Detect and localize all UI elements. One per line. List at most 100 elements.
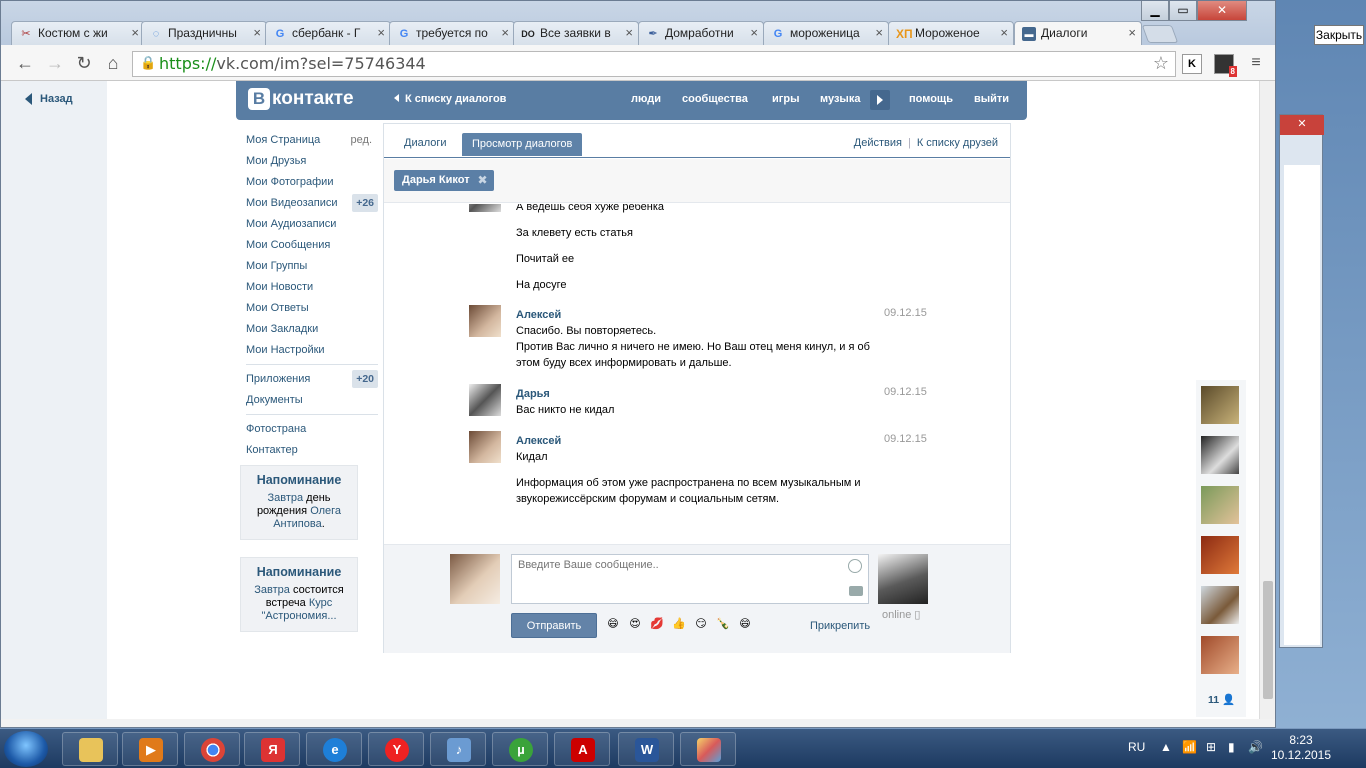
back-arrow-icon[interactable]: ← [13, 51, 37, 75]
peer-avatar[interactable] [878, 554, 928, 604]
emoji-heart-eyes-icon[interactable]: 😍 [627, 616, 643, 632]
tab-close-icon[interactable]: × [131, 25, 139, 40]
message-input[interactable] [511, 554, 869, 604]
emoji-thumbs-up-icon[interactable]: 👍 [671, 616, 687, 632]
menu-news[interactable]: Мои Новости [246, 277, 378, 298]
tray-expand-icon[interactable]: ▲ [1160, 740, 1172, 754]
attach-link[interactable]: Прикрепить [810, 620, 870, 632]
network-icon[interactable]: 📶 [1182, 740, 1197, 754]
peer-chip[interactable]: Дарья Кикот ✖ [394, 170, 494, 191]
emoji-kiss-icon[interactable]: 💋 [649, 616, 665, 632]
menu-fotostrana[interactable]: Фотострана [246, 419, 378, 440]
avatar[interactable] [469, 305, 501, 337]
clock[interactable]: 8:23 10.12.2015 [1270, 733, 1332, 763]
tab-close-icon[interactable]: × [625, 25, 633, 40]
taskbar-paint[interactable] [680, 732, 736, 766]
nav-people[interactable]: люди [631, 93, 661, 105]
friend-avatar[interactable] [1201, 436, 1239, 474]
restore-button[interactable]: ▭ [1169, 1, 1197, 21]
tab-close-icon[interactable]: × [377, 25, 385, 40]
camera-icon[interactable] [849, 586, 863, 596]
nav-logout[interactable]: выйти [974, 93, 1009, 105]
avatar[interactable] [469, 384, 501, 416]
language-indicator[interactable]: RU [1128, 740, 1145, 754]
avatar[interactable] [469, 431, 501, 463]
browser-tab[interactable]: ХП Мороженое × [888, 21, 1014, 45]
reminder-link[interactable]: Завтра [254, 584, 290, 596]
my-avatar[interactable] [450, 554, 500, 604]
friends-count[interactable]: 11 👤 [1208, 693, 1235, 706]
tab-view-dialogs[interactable]: Просмотр диалогов [462, 133, 583, 156]
taskbar-chrome[interactable] [184, 732, 240, 766]
menu-bookmarks[interactable]: Мои Закладки [246, 319, 378, 340]
taskbar-yandex[interactable]: Y [368, 732, 424, 766]
browser-tab[interactable]: Gтребуется по × [389, 21, 515, 45]
left-back-bar[interactable]: Назад [1, 81, 107, 719]
address-bar[interactable]: 🔒 https://vk.com/im?sel=75746344 ☆ [132, 51, 1176, 77]
tab-close-icon[interactable]: × [875, 25, 883, 40]
browser-tab[interactable]: Gмороженица × [763, 21, 889, 45]
tab-close-icon[interactable]: × [750, 25, 758, 40]
tab-close-icon[interactable]: × [253, 25, 261, 40]
menu-photos[interactable]: Мои Фотографии [246, 172, 378, 193]
friend-avatar[interactable] [1201, 586, 1239, 624]
nav-music[interactable]: музыка [820, 93, 860, 105]
browser-tab[interactable]: ◌ Праздничны × [141, 21, 267, 45]
avatar[interactable] [469, 204, 501, 212]
vk-logo[interactable]: Вконтакте [248, 88, 354, 110]
taskbar-yandex-browser[interactable]: Я [244, 732, 300, 766]
new-tab-button[interactable] [1141, 25, 1179, 43]
message-author[interactable]: Дарья [516, 386, 876, 402]
emoji-grin-icon[interactable]: 😄 [605, 616, 621, 632]
menu-my-page[interactable]: Моя Страница ред. [246, 130, 378, 151]
browser-tab[interactable]: Gсбербанк - Г × [265, 21, 391, 45]
menu-messages[interactable]: Мои Сообщения [246, 235, 378, 256]
scrollbar-thumb[interactable] [1263, 581, 1273, 699]
taskbar-word[interactable]: W [618, 732, 674, 766]
menu-settings[interactable]: Мои Настройки [246, 340, 378, 361]
smiley-icon[interactable] [848, 559, 862, 573]
nav-help[interactable]: помощь [909, 93, 953, 105]
friend-avatar[interactable] [1201, 486, 1239, 524]
menu-videos[interactable]: Мои Видеозаписи +26 [246, 193, 378, 214]
browser-tab[interactable]: ✒ Домработни × [638, 21, 764, 45]
tab-close-icon[interactable]: × [1128, 25, 1136, 40]
menu-groups[interactable]: Мои Группы [246, 256, 378, 277]
emoji-smirk-icon[interactable]: 😏 [693, 616, 709, 632]
back-to-dialogs-link[interactable]: К списку диалогов [394, 93, 506, 105]
extension-badge-icon[interactable]: 8 [1214, 54, 1237, 77]
chrome-menu-icon[interactable]: ≡ [1244, 51, 1268, 75]
volume-icon[interactable]: 🔊 [1248, 740, 1263, 754]
menu-answers[interactable]: Мои Ответы [246, 298, 378, 319]
battery-icon[interactable]: ▮ [1228, 740, 1235, 754]
tab-dialogs[interactable]: Диалоги [404, 137, 447, 149]
start-button[interactable] [4, 731, 48, 767]
reminder-link[interactable]: Завтра [267, 492, 303, 504]
back-link[interactable]: Назад [25, 93, 73, 106]
background-window-close-button[interactable]: ✕ [1280, 115, 1324, 135]
background-window[interactable]: ✕ [1279, 114, 1324, 648]
forward-arrow-icon[interactable]: → [43, 51, 67, 75]
emoji-grin-icon[interactable]: 😄 [737, 616, 753, 632]
page-scrollbar[interactable] [1259, 81, 1275, 719]
music-play-icon[interactable] [870, 90, 890, 110]
send-button[interactable]: Отправить [511, 613, 597, 638]
tab-close-icon[interactable]: × [501, 25, 509, 40]
reload-icon[interactable]: ↻ [72, 51, 96, 75]
nav-games[interactable]: игры [772, 93, 799, 105]
friends-list-link[interactable]: К списку друзей [917, 137, 998, 149]
menu-apps[interactable]: Приложения +20 [246, 369, 378, 390]
browser-tab[interactable]: DO Все заявки в × [513, 21, 639, 45]
friend-avatar[interactable] [1201, 386, 1239, 424]
menu-documents[interactable]: Документы [246, 390, 378, 411]
friend-avatar[interactable] [1201, 636, 1239, 674]
windows-flag-icon[interactable]: ⊞ [1206, 740, 1216, 754]
remove-peer-icon[interactable]: ✖ [478, 173, 488, 187]
extension-k-icon[interactable]: K [1182, 54, 1202, 74]
taskbar-acrobat[interactable]: A [554, 732, 610, 766]
taskbar-media[interactable]: ▶ [122, 732, 178, 766]
edit-link[interactable]: ред. [351, 133, 372, 147]
menu-audio[interactable]: Мои Аудиозаписи [246, 214, 378, 235]
tab-close-icon[interactable]: × [1000, 25, 1008, 40]
message-author[interactable]: Алексей [516, 433, 876, 449]
